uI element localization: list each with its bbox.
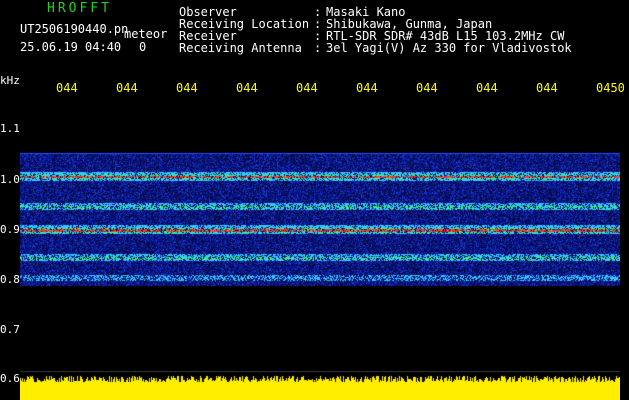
time-tick-label: 044 xyxy=(56,81,78,95)
y-tick-label: 1.1 xyxy=(0,122,20,135)
meteor-count: 0 xyxy=(139,40,147,54)
antenna-value: 3el Yagi(V) Az 330 for Vladivostok xyxy=(326,41,572,55)
time-tick-label: 044 xyxy=(116,81,138,95)
time-tick-label: 044 xyxy=(356,81,378,95)
time-tick-label: 044 xyxy=(236,81,258,95)
time-tick-label: 044 xyxy=(536,81,558,95)
time-tick-label: 044 xyxy=(476,81,498,95)
meteor-label: meteor xyxy=(124,27,168,41)
time-tick-label: 0450 xyxy=(596,81,625,95)
time-tick-label: 044 xyxy=(296,81,318,95)
antenna-label: Receiving Antenna xyxy=(179,41,302,55)
file-name: UT2506190440.pn xyxy=(20,22,129,36)
time-tick-label: 044 xyxy=(176,81,198,95)
y-tick-label: 1.0 xyxy=(0,173,20,186)
y-tick-label: 0.6 xyxy=(0,372,20,385)
antenna-colon: : xyxy=(314,41,322,55)
date-time: 25.06.19 04:40 xyxy=(20,40,122,54)
spectrogram-canvas xyxy=(20,95,620,400)
app-logo: HROFFT xyxy=(47,1,112,16)
time-tick-label: 044 xyxy=(416,81,438,95)
y-axis-unit: kHz xyxy=(0,74,20,87)
y-tick-label: 0.9 xyxy=(0,223,20,236)
y-tick-label: 0.7 xyxy=(0,323,20,336)
y-tick-label: 0.8 xyxy=(0,273,20,286)
